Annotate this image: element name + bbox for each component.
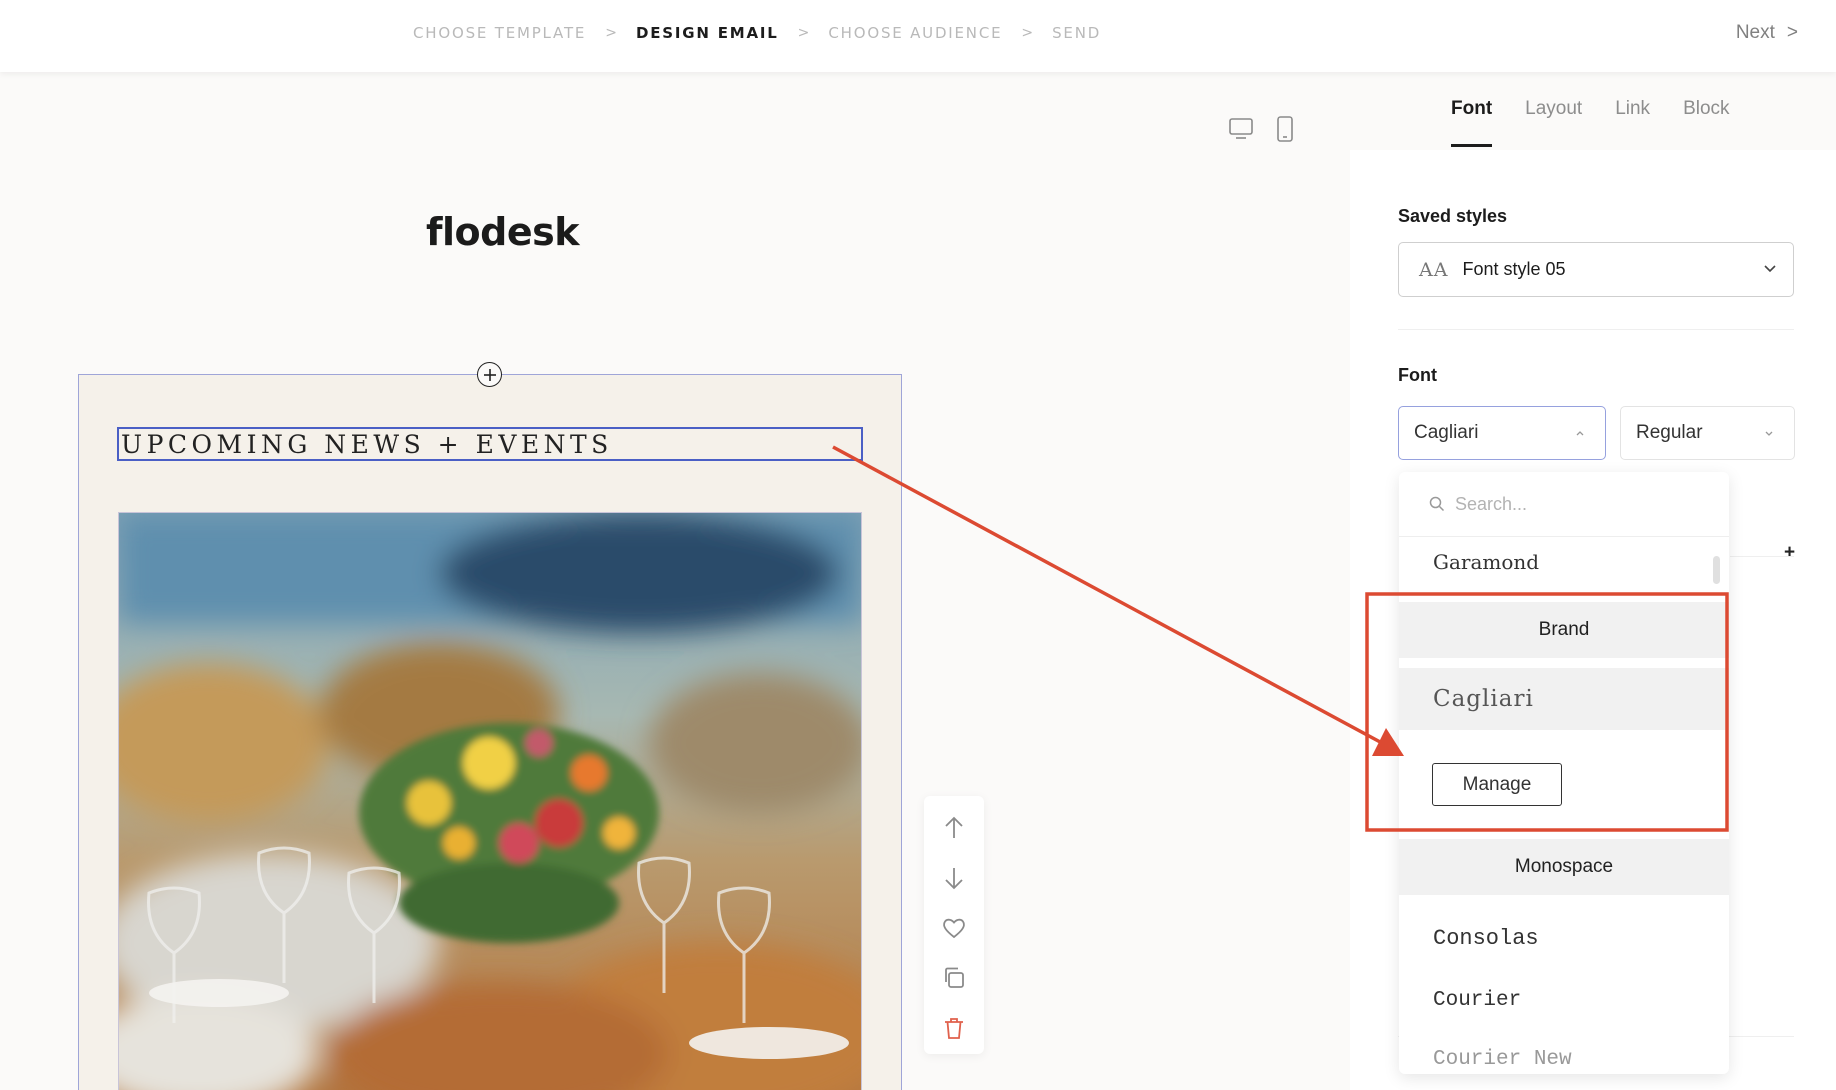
arrow-down-icon[interactable] (941, 864, 967, 892)
step-breadcrumb: CHOOSE TEMPLATE > DESIGN EMAIL > CHOOSE … (413, 24, 1101, 42)
device-toggle (1228, 116, 1294, 142)
font-family-select[interactable]: Cagliari (1398, 406, 1606, 460)
chevron-down-icon (1765, 431, 1773, 436)
font-search-input[interactable] (1455, 493, 1695, 515)
font-weight-value: Regular (1636, 422, 1703, 443)
font-label: Font (1398, 365, 1437, 385)
font-search (1399, 472, 1729, 537)
font-style-icon: AA (1419, 258, 1449, 281)
top-bar: CHOOSE TEMPLATE > DESIGN EMAIL > CHOOSE … (0, 0, 1836, 72)
divider (1398, 329, 1794, 330)
font-weight-select[interactable]: Regular (1620, 406, 1795, 460)
brand-logo: flodesk (426, 210, 580, 254)
tab-font[interactable]: Font (1451, 98, 1493, 147)
font-option-courier[interactable]: Courier (1399, 980, 1729, 1020)
trash-icon[interactable] (941, 1014, 967, 1042)
font-option-courier-new[interactable]: Courier New (1399, 1039, 1729, 1074)
divider (1730, 556, 1794, 557)
mobile-icon[interactable] (1276, 116, 1294, 142)
block-toolbar (924, 796, 984, 1054)
panel-tabs: Font Layout Link Block (1451, 98, 1730, 147)
desktop-icon[interactable] (1228, 117, 1254, 141)
saved-styles-label: Saved styles (1398, 206, 1508, 226)
chevron-up-icon (1576, 431, 1584, 436)
step-choose-template[interactable]: CHOOSE TEMPLATE (413, 24, 586, 42)
group-header-monospace: Monospace (1399, 839, 1729, 895)
step-separator: > (797, 25, 810, 41)
font-dropdown: Garamond Brand Cagliari Manage Monospace… (1399, 472, 1729, 1074)
heading-text[interactable]: UPCOMING NEWS + EVENTS (121, 430, 613, 459)
saved-style-value: Font style 05 (1462, 259, 1566, 279)
font-option-garamond[interactable]: Garamond (1399, 542, 1729, 582)
step-separator: > (1021, 25, 1034, 41)
font-option-consolas[interactable]: Consolas (1399, 918, 1729, 958)
tab-layout[interactable]: Layout (1525, 98, 1582, 147)
panel-tabs-area: Font Layout Link Block (1350, 72, 1836, 150)
manage-button[interactable]: Manage (1432, 763, 1562, 806)
step-design-email[interactable]: DESIGN EMAIL (636, 24, 779, 42)
heading-text-block[interactable]: UPCOMING NEWS + EVENTS (117, 427, 863, 461)
tab-block[interactable]: Block (1683, 98, 1729, 147)
add-circle-icon[interactable] (477, 362, 502, 387)
step-send[interactable]: SEND (1052, 24, 1101, 42)
font-option-cagliari[interactable]: Cagliari (1399, 668, 1729, 730)
font-family-value: Cagliari (1414, 422, 1479, 443)
heart-icon[interactable] (941, 914, 967, 942)
saved-styles-select[interactable]: AA Font style 05 (1398, 242, 1794, 297)
next-label: Next (1735, 22, 1775, 43)
step-choose-audience[interactable]: CHOOSE AUDIENCE (828, 24, 1002, 42)
tab-link[interactable]: Link (1615, 98, 1650, 147)
next-button[interactable]: Next > (1736, 22, 1798, 44)
add-icon[interactable]: + (1784, 542, 1795, 564)
duplicate-icon[interactable] (941, 964, 967, 992)
search-icon (1429, 496, 1445, 512)
event-photo[interactable] (118, 512, 862, 1090)
arrow-up-icon[interactable] (941, 814, 967, 842)
next-chevron-icon: > (1786, 22, 1798, 43)
step-separator: > (605, 25, 617, 41)
group-header-brand: Brand (1399, 602, 1729, 658)
chevron-down-icon (1764, 265, 1776, 273)
